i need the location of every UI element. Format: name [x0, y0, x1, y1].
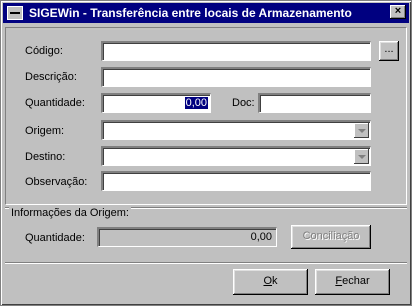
close-button[interactable]: ×	[390, 5, 406, 19]
codigo-label: Código:	[25, 45, 63, 57]
descricao-field[interactable]	[101, 67, 371, 87]
browse-button[interactable]: ...	[379, 41, 399, 61]
origem-dropdown-arrow-icon[interactable]	[354, 123, 369, 138]
dialog-window: SIGEWin - Transferência entre locais de …	[0, 0, 412, 306]
ok-button[interactable]: Ok	[233, 269, 308, 295]
window-title: SIGEWin - Transferência entre locais de …	[29, 6, 352, 20]
destino-dropdown-arrow-icon[interactable]	[354, 149, 369, 164]
system-menu-icon[interactable]	[7, 6, 23, 20]
doc-field[interactable]	[258, 93, 371, 113]
destino-label: Destino:	[25, 151, 66, 163]
origem-dropdown[interactable]	[101, 120, 371, 140]
origin-info-title: Informações da Origem:	[9, 207, 131, 219]
doc-label: Doc:	[232, 97, 255, 109]
ok-mnemonic: O	[263, 275, 273, 287]
fechar-label-rest: echar	[342, 275, 370, 287]
quantidade-value: 0,00	[184, 97, 208, 109]
footer-separator	[5, 262, 407, 264]
quantidade-field[interactable]: 0,00	[101, 93, 211, 113]
codigo-field[interactable]	[101, 41, 371, 61]
origem-label: Origem:	[25, 125, 65, 137]
destino-dropdown[interactable]	[101, 146, 371, 166]
origin-quantidade-label: Quantidade:	[25, 232, 85, 244]
ok-label-rest: k	[272, 275, 278, 287]
conciliacao-button[interactable]: Conciliação	[291, 225, 371, 249]
observacao-label: Observação:	[25, 176, 88, 188]
title-bar[interactable]: SIGEWin - Transferência entre locais de …	[3, 3, 409, 23]
fechar-button[interactable]: Fechar	[315, 269, 390, 295]
descricao-label: Descrição:	[25, 71, 77, 83]
observacao-field[interactable]	[101, 171, 371, 191]
quantidade-label: Quantidade:	[25, 97, 85, 109]
origin-quantidade-field: 0,00	[97, 227, 277, 247]
